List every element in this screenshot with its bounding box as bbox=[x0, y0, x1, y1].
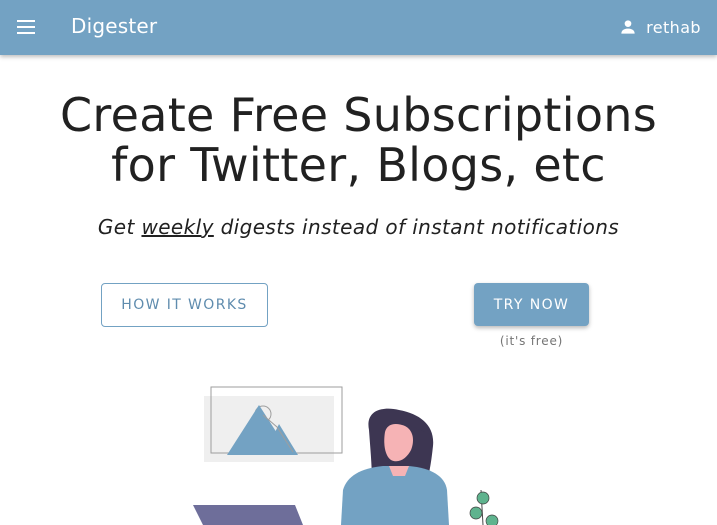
plant-leaf bbox=[469, 506, 483, 520]
person-with-picture-illustration bbox=[193, 386, 499, 525]
app-bar: Digester rethab bbox=[0, 0, 717, 55]
try-now-button[interactable]: TRY NOW bbox=[474, 283, 589, 326]
subtitle-prefix: Get bbox=[97, 215, 142, 239]
plant-leaf bbox=[476, 491, 490, 505]
plant-leaf bbox=[485, 514, 499, 525]
subtitle-suffix: digests instead of instant notifications bbox=[213, 215, 620, 239]
page-title-line-1: Create Free Subscriptions bbox=[60, 88, 657, 142]
page-title-line-2: for Twitter, Blogs, etc bbox=[111, 138, 606, 192]
account-icon bbox=[621, 20, 635, 34]
app-title[interactable]: Digester bbox=[71, 14, 157, 38]
menu-icon[interactable] bbox=[17, 19, 37, 36]
page-title: Create Free Subscriptions for Twitter, B… bbox=[0, 90, 717, 190]
page-subtitle: Get weekly digests instead of instant no… bbox=[0, 215, 717, 239]
free-note: (it's free) bbox=[499, 334, 564, 348]
subtitle-emphasis: weekly bbox=[141, 215, 214, 239]
user-menu-button[interactable]: rethab bbox=[618, 15, 701, 39]
how-it-works-button[interactable]: HOW IT WORKS bbox=[101, 283, 268, 327]
user-name: rethab bbox=[646, 17, 701, 37]
laptop bbox=[193, 505, 303, 525]
